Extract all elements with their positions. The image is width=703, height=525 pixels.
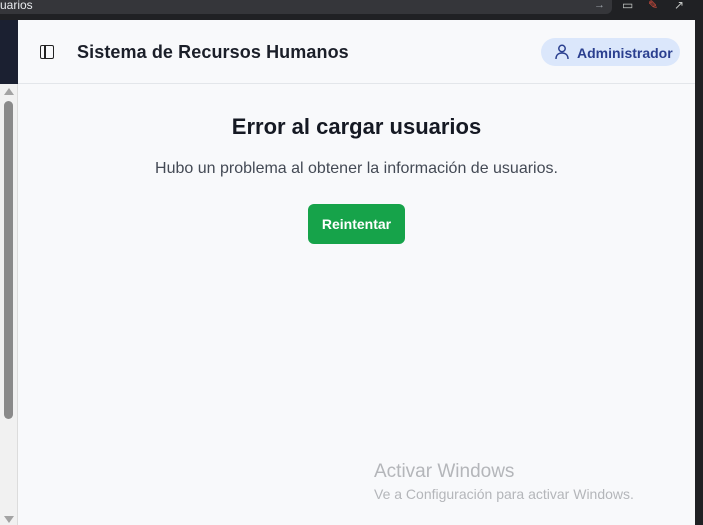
activation-watermark-title: Activar Windows — [374, 461, 515, 482]
sidebar-toggle-icon[interactable] — [40, 45, 54, 59]
address-bar-text: uarios — [0, 0, 33, 12]
cast-icon[interactable]: ▭ — [622, 0, 633, 12]
open-external-icon[interactable]: ↗ — [674, 0, 684, 12]
window-edge — [695, 20, 703, 525]
retry-button[interactable]: Reintentar — [308, 204, 405, 244]
user-icon — [555, 44, 569, 60]
scrollbar-thumb[interactable] — [4, 101, 13, 419]
scroll-up-arrow-icon[interactable] — [4, 88, 14, 95]
browser-toolbar: uarios → ▭ ✎ ↗ — [0, 0, 703, 20]
error-title: Error al cargar usuarios — [231, 114, 482, 139]
address-bar[interactable]: uarios — [0, 0, 612, 14]
app-header: Sistema de Recursos Humanos Administrado… — [18, 20, 695, 84]
app-title: Sistema de Recursos Humanos — [77, 42, 349, 62]
role-label: Administrador — [577, 45, 673, 61]
scrollbar[interactable] — [0, 84, 18, 525]
error-message: Hubo un problema al obtener la informaci… — [155, 160, 558, 177]
extension-icon[interactable]: ✎ — [648, 0, 658, 12]
scroll-down-arrow-icon[interactable] — [4, 516, 14, 523]
go-arrow-icon[interactable]: → — [594, 0, 605, 11]
role-badge[interactable]: Administrador — [541, 38, 680, 66]
activation-watermark-subtitle: Ve a Configuración para activar Windows. — [374, 486, 634, 502]
